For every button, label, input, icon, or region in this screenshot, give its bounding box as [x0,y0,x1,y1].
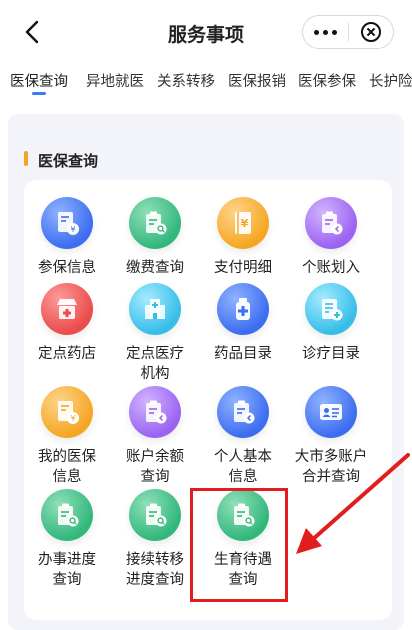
medicine-bottle-icon [217,283,269,335]
service-personal-account-transfer[interactable]: 个账划入 [288,197,374,278]
svg-text:¥: ¥ [70,414,75,423]
tab-relation-transfer[interactable]: 关系转移 [157,70,215,91]
service-label: 个人基本 [214,449,272,465]
tab-reimbursement[interactable]: 医保报销 [228,70,286,91]
service-label: 我的医保 [38,449,96,465]
service-label: 药品目录 [214,346,272,362]
service-payment-details[interactable]: ¥ 支付明细 [200,197,286,278]
service-label: 支付明细 [214,260,272,276]
service-label: 诊疗目录 [302,346,360,362]
service-label-line2: 进度查询 [126,572,184,588]
clipboard-search-icon [129,489,181,541]
service-label-line2: 查询 [140,469,170,485]
service-payment-query[interactable]: 缴费查询 [112,197,198,278]
service-label: 大市多账户 [294,449,368,465]
document-yuan-icon: ¥ [41,386,93,438]
svg-text:¥: ¥ [70,225,75,234]
medical-list-icon [305,283,357,335]
service-label-line2: 合并查询 [302,469,360,485]
close-circle-icon [360,22,381,42]
service-label: 账户余额 [126,449,184,465]
service-designated-medical-institution[interactable]: 定点医疗 机构 [112,283,198,384]
service-label: 生育待遇 [214,552,272,568]
service-label: 参保信息 [38,260,96,276]
document-yuan-icon: ¥ [41,197,93,249]
more-button[interactable] [303,15,348,49]
service-label: 办事进度 [38,552,96,568]
clipboard-search-icon [41,489,93,541]
tab-enrollment[interactable]: 医保参保 [298,70,356,91]
more-dots-icon [313,29,337,35]
clipboard-transfer-icon [217,386,269,438]
service-treatment-catalog[interactable]: 诊疗目录 [288,283,374,364]
service-my-insurance-info[interactable]: ¥ 我的医保信息 [24,386,110,487]
close-button[interactable] [348,15,393,49]
svg-text:¥: ¥ [241,217,249,230]
service-label-line2: 查询 [228,572,258,588]
service-label: 定点医疗 [126,346,184,362]
service-multi-account-merge[interactable]: 大市多账户 合并查询 [288,386,374,487]
id-card-icon [305,386,357,438]
services-card: ¥ 参保信息 缴费查询 ¥ 支付明细 个账划入 定点药店 定点医疗 机构 药品目… [24,180,392,620]
clipboard-search-icon [129,197,181,249]
chevron-left-icon [25,20,39,44]
tab-long-term-care[interactable]: 长护险 [369,70,412,91]
service-label-line2: 机构 [140,366,170,382]
top-nav-bar: 服务事项 [0,0,412,64]
pharmacy-store-icon [41,283,93,335]
category-tabs: 医保查询 异地就医 关系转移 医保报销 医保参保 长护险 [0,64,412,108]
section-title: 医保查询 [38,152,99,170]
service-designated-pharmacy[interactable]: 定点药店 [24,283,110,364]
service-insurance-info[interactable]: ¥ 参保信息 [24,197,110,278]
service-label: 接续转移 [126,552,184,568]
clipboard-transfer-icon [305,197,357,249]
service-label: 定点药店 [38,346,96,362]
service-personal-basic-info[interactable]: 个人基本 信息 [200,386,286,487]
service-label-line2: 查询 [52,572,82,588]
ledger-yuan-icon: ¥ [217,197,269,249]
clipboard-search-icon [217,489,269,541]
back-button[interactable] [18,18,46,46]
hospital-icon [129,283,181,335]
service-transfer-progress-query[interactable]: 接续转移 进度查询 [112,489,198,590]
service-label: 个账划入 [302,260,360,276]
service-progress-query[interactable]: 办事进度 查询 [24,489,110,590]
service-label-line2: 信息 [52,469,82,485]
tab-remote-medical[interactable]: 异地就医 [86,70,144,91]
service-account-balance[interactable]: 账户余额 查询 [112,386,198,487]
service-label: 缴费查询 [126,260,184,276]
service-maternity-benefits-query[interactable]: 生育待遇 查询 [200,489,286,590]
section-accent-bar [24,151,28,166]
service-drug-catalog[interactable]: 药品目录 [200,283,286,364]
active-tab-indicator [32,92,46,95]
service-label-line2: 信息 [228,469,258,485]
mini-program-capsule [302,15,394,49]
tab-insurance-query[interactable]: 医保查询 [10,70,68,91]
clipboard-transfer-icon [129,386,181,438]
